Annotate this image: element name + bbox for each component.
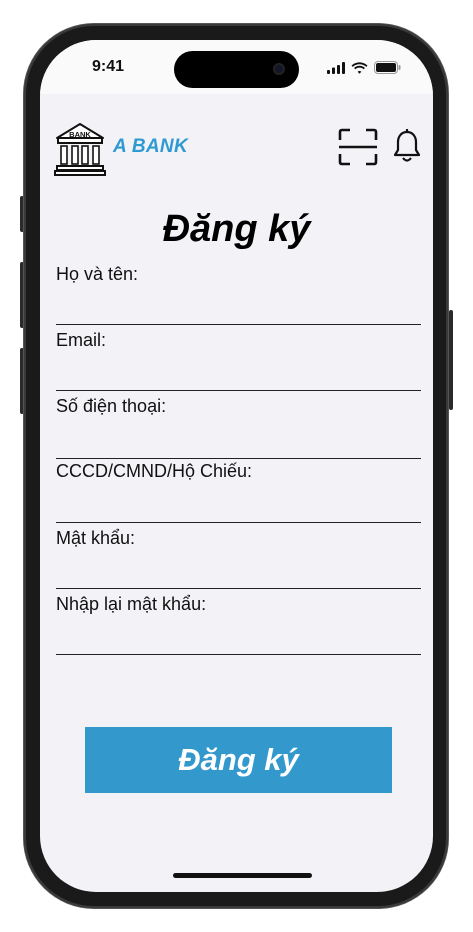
wifi-icon (351, 61, 368, 74)
app-header: BANK A BANK (40, 120, 433, 180)
bank-building-icon: BANK (54, 123, 106, 176)
confirm-password-input[interactable] (56, 628, 421, 655)
brand-name: A BANK (113, 136, 188, 157)
phone-label: Số điện thoại: (56, 396, 167, 416)
id-document-input[interactable] (56, 496, 421, 523)
id-document-label: CCCD/CMND/Hộ Chiếu: (56, 461, 253, 481)
logo-text: BANK (69, 130, 91, 139)
status-icons (327, 61, 401, 74)
qr-scan-icon (338, 128, 378, 166)
phone-input[interactable] (56, 432, 421, 459)
password-field: Mật khẩu: (56, 528, 423, 589)
full-name-label: Họ và tên: (56, 264, 139, 284)
confirm-password-label: Nhập lại mật khẩu: (56, 594, 207, 614)
id-document-field: CCCD/CMND/Hộ Chiếu: (56, 461, 423, 523)
full-name-input[interactable] (56, 298, 421, 325)
email-input[interactable] (56, 364, 421, 391)
scan-button[interactable] (338, 128, 378, 171)
signal-icon (327, 61, 345, 74)
status-time: 9:41 (92, 58, 125, 75)
notification-button[interactable] (392, 128, 422, 169)
bell-icon (393, 129, 421, 162)
dynamic-island (174, 51, 299, 88)
confirm-password-field: Nhập lại mật khẩu: (56, 594, 423, 655)
power-button (449, 310, 453, 410)
register-button[interactable]: Đăng ký (85, 727, 392, 793)
password-label: Mật khẩu: (56, 528, 136, 548)
bank-logo: BANK (54, 122, 106, 181)
email-field: Email: (56, 330, 423, 391)
phone-screen: 9:41 BANK A BANK Đăng ký Họ và tên: Emai… (40, 40, 433, 892)
page-title: Đăng ký (162, 208, 311, 250)
home-indicator[interactable] (173, 873, 312, 878)
password-input[interactable] (56, 562, 421, 589)
phone-field: Số điện thoại: (56, 396, 423, 459)
battery-icon (374, 61, 401, 74)
camera-icon (273, 63, 285, 75)
status-bar: 9:41 (40, 40, 433, 94)
full-name-field: Họ và tên: (56, 264, 423, 325)
email-label: Email: (56, 330, 107, 350)
